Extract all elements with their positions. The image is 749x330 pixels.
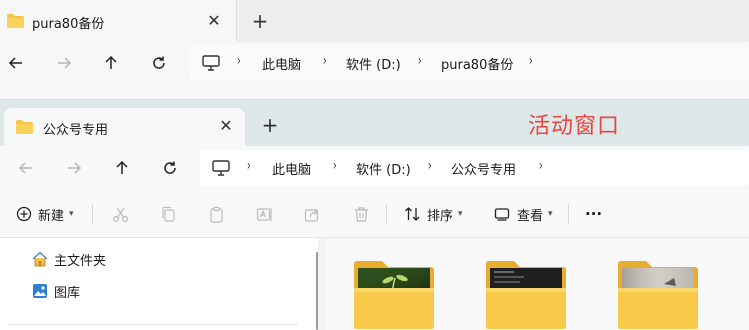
rename-button[interactable]: [256, 202, 273, 226]
folder-icon: [16, 120, 33, 134]
back-arrow-icon[interactable]: [12, 154, 40, 182]
view-button-label: 查看: [517, 208, 544, 224]
chevron-right-icon: ›: [427, 158, 432, 174]
close-tab-icon[interactable]: ✕: [203, 10, 225, 32]
command-toolbar: 新建 ▾ 排序 ▾ 查看 ▾ ···: [0, 190, 749, 238]
file-view: [326, 238, 749, 330]
share-button[interactable]: [304, 202, 321, 226]
tab-title: pura80备份: [32, 17, 105, 32]
refresh-icon[interactable]: [145, 49, 173, 77]
copy-button[interactable]: [160, 202, 177, 226]
plus-circle-icon: [16, 206, 32, 222]
tab-bar: 公众号专用 ✕ + 活动窗口: [0, 100, 749, 146]
background-explorer-window: pura80备份 ✕ + › 此电脑 › 软件 (D:) › pura80备份 …: [0, 0, 749, 100]
more-options-button[interactable]: ···: [585, 202, 602, 226]
forward-arrow-icon[interactable]: [60, 154, 88, 182]
active-window-annotation: 活动窗口: [528, 114, 621, 139]
tab-bar: pura80备份 ✕ +: [0, 0, 749, 42]
chevron-right-icon: ›: [528, 53, 533, 69]
breadcrumb-this-pc[interactable]: 此电脑: [272, 159, 311, 178]
rename-icon: [256, 207, 272, 221]
folder-icon: [7, 14, 24, 28]
back-arrow-icon[interactable]: [2, 49, 30, 77]
address-bar[interactable]: › 此电脑 › 软件 (D:) › 公众号专用 ›: [200, 150, 749, 186]
gallery-icon: [33, 284, 47, 298]
sidebar-item-label: 主文件夹: [54, 253, 107, 269]
chevron-right-icon: ›: [246, 158, 251, 174]
new-button[interactable]: 新建 ▾: [16, 202, 74, 226]
clipboard-icon: [210, 206, 223, 223]
tab-title: 公众号专用: [43, 123, 109, 138]
home-icon: [32, 251, 48, 267]
sort-button-label: 排序: [427, 208, 454, 224]
paste-button[interactable]: [208, 202, 225, 226]
folder-thumbnail-icon[interactable]: [616, 258, 700, 330]
navigation-bar: › 此电脑 › 软件 (D:) › 公众号专用 ›: [0, 146, 749, 190]
address-bar[interactable]: › 此电脑 › 软件 (D:) › pura80备份 ›: [190, 45, 749, 81]
scissors-icon: [112, 207, 129, 222]
share-icon: [304, 208, 319, 222]
copy-icon: [162, 206, 175, 222]
refresh-icon[interactable]: [156, 154, 184, 182]
toolbar-separator: [568, 204, 569, 224]
active-explorer-window: 公众号专用 ✕ + 活动窗口 › 此电脑 › 软件 (D:) › 公众号专用 ›: [0, 100, 749, 330]
new-tab-button[interactable]: +: [258, 113, 282, 137]
sidebar-divider: [8, 324, 298, 325]
new-tab-button[interactable]: +: [248, 9, 272, 33]
toolbar-separator: [386, 204, 387, 224]
tab-wechat-official[interactable]: 公众号专用 ✕: [4, 108, 245, 146]
trash-icon: [355, 206, 368, 222]
sidebar-item-gallery[interactable]: 图库: [32, 280, 80, 302]
tab-pura80-backup[interactable]: pura80备份 ✕: [0, 0, 237, 42]
sidebar-item-home[interactable]: 主文件夹: [32, 248, 106, 270]
navigation-bar: › 此电脑 › 软件 (D:) › pura80备份 ›: [0, 42, 749, 84]
sidebar-scrollbar[interactable]: [316, 252, 318, 330]
breadcrumb-this-pc[interactable]: 此电脑: [262, 54, 301, 73]
up-arrow-icon[interactable]: [108, 154, 136, 182]
breadcrumb-drive-d[interactable]: 软件 (D:): [346, 54, 401, 73]
up-arrow-icon[interactable]: [97, 49, 125, 77]
navigation-pane: 主文件夹 图库: [0, 238, 318, 330]
view-layout-icon: [494, 208, 510, 221]
sort-arrows-icon: [405, 207, 420, 221]
breadcrumb-drive-d[interactable]: 软件 (D:): [356, 159, 411, 178]
chevron-down-icon: ▾: [548, 209, 553, 219]
window-divider: [0, 84, 749, 100]
computer-icon: [212, 160, 230, 176]
new-button-label: 新建: [38, 208, 65, 224]
chevron-right-icon: ›: [236, 53, 241, 69]
view-button[interactable]: 查看 ▾: [494, 202, 553, 226]
chevron-down-icon: ▾: [458, 209, 463, 219]
chevron-right-icon: ›: [322, 53, 327, 69]
chevron-right-icon: ›: [332, 158, 337, 174]
computer-icon: [202, 55, 220, 71]
chevron-down-icon: ▾: [69, 209, 74, 219]
folder-thumbnail-icon[interactable]: [484, 258, 568, 330]
close-tab-icon[interactable]: ✕: [215, 115, 237, 137]
chevron-right-icon: ›: [417, 53, 422, 69]
breadcrumb-folder[interactable]: pura80备份: [441, 54, 513, 73]
delete-button[interactable]: [353, 202, 370, 226]
toolbar-separator: [92, 204, 93, 224]
sort-button[interactable]: 排序 ▾: [404, 202, 463, 226]
forward-arrow-icon[interactable]: [50, 49, 78, 77]
cut-button[interactable]: [112, 202, 129, 226]
chevron-right-icon: ›: [538, 158, 543, 174]
breadcrumb-folder[interactable]: 公众号专用: [451, 159, 516, 178]
folder-thumbnail-icon[interactable]: [352, 258, 436, 330]
sidebar-item-label: 图库: [54, 285, 81, 301]
